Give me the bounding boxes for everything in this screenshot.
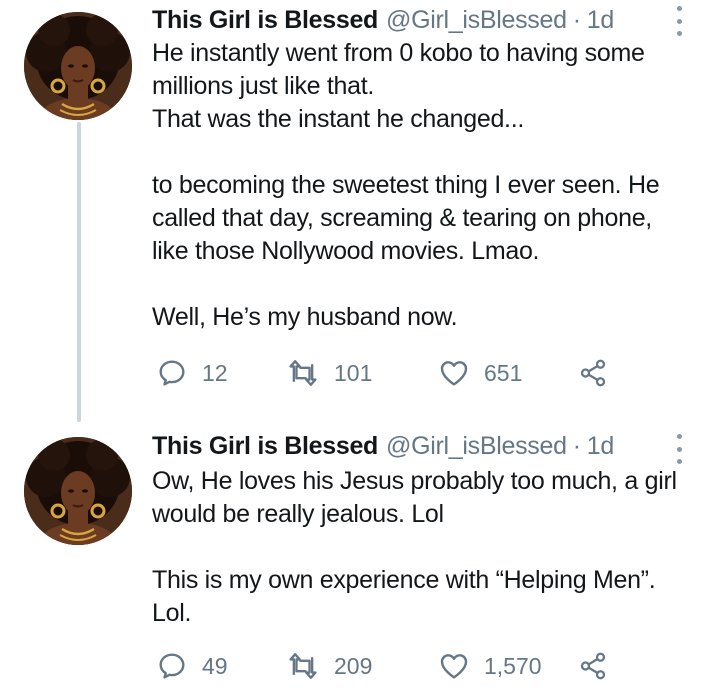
separator: · bbox=[572, 5, 581, 34]
author-name[interactable]: This Girl is Blessed bbox=[152, 432, 378, 461]
like-button[interactable]: 651 bbox=[438, 353, 522, 393]
more-options-icon[interactable] bbox=[672, 6, 686, 36]
reply-icon bbox=[159, 360, 185, 386]
reply-icon bbox=[159, 653, 185, 679]
tweet-line: called that day, screaming & tearing on … bbox=[152, 204, 652, 232]
more-options-icon[interactable] bbox=[672, 434, 686, 464]
woman-avatar-icon bbox=[24, 437, 132, 545]
tweet-line: would be really jealous. Lol bbox=[152, 500, 444, 528]
retweet-button[interactable]: 101 bbox=[286, 353, 372, 393]
tweet-line: millions just like that. bbox=[152, 72, 375, 100]
tweet-line: like those Nollywood movies. Lmao. bbox=[152, 237, 540, 265]
author-handle[interactable]: @Girl_isBlessed bbox=[386, 6, 567, 35]
tweet-header: This Girl is Blessed @Girl_isBlessed · 1… bbox=[152, 428, 614, 464]
share-icon bbox=[580, 652, 606, 680]
tweet-header: This Girl is Blessed @Girl_isBlessed · 1… bbox=[152, 2, 614, 38]
separator: · bbox=[572, 431, 581, 460]
share-button[interactable] bbox=[578, 353, 608, 393]
woman-avatar-icon bbox=[24, 12, 132, 120]
like-button[interactable]: 1,570 bbox=[438, 646, 542, 686]
tweet-line: He instantly went from 0 kobo to having … bbox=[152, 39, 645, 67]
tweet-line: to becoming the sweetest thing I ever se… bbox=[152, 171, 660, 199]
reply-button[interactable]: 49 bbox=[156, 646, 228, 686]
like-count: 651 bbox=[484, 359, 523, 386]
tweet-line: This is my own experience with “Helping … bbox=[152, 566, 656, 594]
share-icon bbox=[580, 359, 606, 387]
reply-button[interactable]: 12 bbox=[156, 353, 228, 393]
avatar[interactable] bbox=[24, 437, 132, 545]
author-handle[interactable]: @Girl_isBlessed bbox=[386, 432, 567, 461]
share-button[interactable] bbox=[578, 646, 608, 686]
reply-count: 12 bbox=[202, 359, 228, 386]
timestamp[interactable]: 1d bbox=[587, 6, 615, 35]
retweet-icon bbox=[289, 653, 317, 679]
timestamp[interactable]: 1d bbox=[587, 432, 615, 461]
tweet-text: Ow, He loves his Jesus probably too much… bbox=[152, 465, 702, 630]
author-name[interactable]: This Girl is Blessed bbox=[152, 6, 378, 35]
heart-icon bbox=[440, 654, 468, 679]
action-bar: 49 209 1,570 bbox=[156, 646, 636, 686]
retweet-button[interactable]: 209 bbox=[286, 646, 372, 686]
avatar[interactable] bbox=[24, 12, 132, 120]
tweet-line: Lol. bbox=[152, 599, 192, 627]
tweet-text: He instantly went from 0 kobo to having … bbox=[152, 37, 702, 334]
reply-count: 49 bbox=[202, 652, 228, 679]
tweet-line: Ow, He loves his Jesus probably too much… bbox=[152, 467, 677, 495]
tweet[interactable]: This Girl is Blessed @Girl_isBlessed · 1… bbox=[0, 0, 720, 420]
tweet[interactable]: This Girl is Blessed @Girl_isBlessed · 1… bbox=[0, 428, 720, 697]
tweet-line: That was the instant he changed... bbox=[152, 105, 524, 133]
tweet-line: Well, He’s my husband now. bbox=[152, 303, 458, 331]
like-count: 1,570 bbox=[484, 652, 542, 679]
action-bar: 12 101 651 bbox=[156, 353, 636, 393]
retweet-icon bbox=[289, 360, 317, 386]
heart-icon bbox=[440, 361, 468, 386]
retweet-count: 101 bbox=[334, 359, 373, 386]
retweet-count: 209 bbox=[334, 652, 373, 679]
